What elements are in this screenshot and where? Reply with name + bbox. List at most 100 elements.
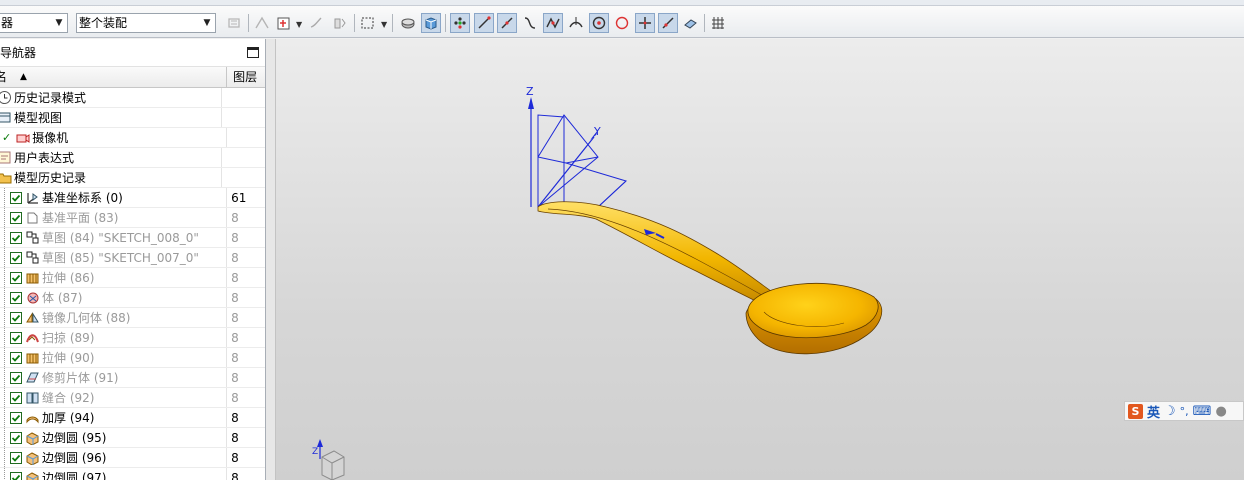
- ime-toolbar[interactable]: S 英 ☽ °, ⌨ ●: [1124, 401, 1244, 421]
- column-header-name[interactable]: 名 ▲: [0, 67, 228, 87]
- tree-row-layer: 8: [231, 391, 239, 405]
- visibility-checkbox[interactable]: [10, 431, 22, 444]
- column-header-layer-label: 图层: [233, 70, 258, 84]
- tree-row-layer: [222, 148, 260, 167]
- tree-row[interactable]: 历史记录模式: [0, 88, 265, 108]
- datum-csys: [530, 99, 627, 208]
- edge-blend-icon: [24, 470, 40, 480]
- datum-plane-icon: [24, 210, 40, 226]
- visibility-checkbox[interactable]: [10, 451, 22, 464]
- maximize-icon[interactable]: [247, 47, 259, 58]
- tree-row-name-cell: 修剪片体 (91): [0, 368, 228, 387]
- grid-button[interactable]: [708, 13, 728, 33]
- tree-row[interactable]: 缝合 (92) 8: [0, 388, 265, 408]
- point-on-curve-button[interactable]: [658, 13, 678, 33]
- shaded-edge-button[interactable]: [398, 13, 418, 33]
- view-button[interactable]: [330, 13, 350, 33]
- visibility-checkbox[interactable]: [10, 371, 22, 384]
- tree-row[interactable]: 镜像几何体 (88) 8: [0, 308, 265, 328]
- keyboard-icon[interactable]: ⌨: [1193, 404, 1212, 419]
- move-button[interactable]: [306, 13, 326, 33]
- select-box-button[interactable]: [358, 13, 378, 33]
- punctuation-icon[interactable]: °,: [1180, 405, 1189, 418]
- tree-row[interactable]: 边倒圆 (95) 8: [0, 428, 265, 448]
- tree-row-name-cell: 边倒圆 (96): [0, 448, 228, 467]
- visibility-checkbox[interactable]: [10, 411, 22, 424]
- check-icon: [11, 454, 21, 462]
- existing-point-button[interactable]: [635, 13, 655, 33]
- user-icon[interactable]: ●: [1215, 404, 1226, 419]
- edge-blend-icon: [24, 430, 40, 446]
- tree-row[interactable]: 边倒圆 (97) 8: [0, 468, 265, 480]
- tree-row[interactable]: 草图 (84) "SKETCH_008_0" 8: [0, 228, 265, 248]
- tree-row[interactable]: 用户表达式: [0, 148, 265, 168]
- visibility-checkbox[interactable]: [10, 291, 22, 304]
- check-icon: [11, 194, 21, 202]
- visibility-checkbox[interactable]: [10, 191, 22, 204]
- panel-splitter[interactable]: [266, 39, 276, 480]
- tree-row-name-cell: 镜像几何体 (88): [0, 308, 228, 327]
- visibility-checkbox[interactable]: [10, 231, 22, 244]
- graphics-viewport[interactable]: Z Y X Z: [276, 39, 1244, 480]
- tree-connector: [4, 268, 5, 287]
- tree-row-layer: 8: [231, 271, 239, 285]
- tangent-button[interactable]: [566, 13, 586, 33]
- midpoint-button[interactable]: [497, 13, 517, 33]
- view-triad: Z: [312, 439, 345, 480]
- tree-row-name-cell: 加厚 (94): [0, 408, 228, 427]
- point-on-face-button[interactable]: [680, 13, 700, 33]
- extrude-icon: [24, 270, 40, 286]
- wire-icon: [255, 16, 269, 29]
- tree-row[interactable]: 体 (87) 8: [0, 288, 265, 308]
- chevron-down-icon[interactable]: ▼: [296, 20, 302, 29]
- tree-row[interactable]: 草图 (85) "SKETCH_007_0" 8: [0, 248, 265, 268]
- tree-row[interactable]: 基准坐标系 (0) 61: [0, 188, 265, 208]
- tree-row[interactable]: 模型视图: [0, 108, 265, 128]
- arc-center-button[interactable]: [589, 13, 609, 33]
- tree-row[interactable]: 模型历史记录: [0, 168, 265, 188]
- visibility-checkbox[interactable]: [10, 311, 22, 324]
- visibility-checkbox[interactable]: [10, 351, 22, 364]
- visibility-checkbox[interactable]: [10, 271, 22, 284]
- tree-row-layer: 61: [231, 191, 247, 205]
- ime-mode-label[interactable]: 英: [1147, 402, 1160, 421]
- tree-row[interactable]: 扫掠 (89) 8: [0, 328, 265, 348]
- type-filter-combo[interactable]: 器 ▼: [0, 13, 68, 33]
- tree-row[interactable]: 基准平面 (83) 8: [0, 208, 265, 228]
- wire-button[interactable]: [252, 13, 272, 33]
- snap-button[interactable]: [224, 13, 244, 33]
- tree-row[interactable]: 拉伸 (90) 8: [0, 348, 265, 368]
- chevron-down-icon[interactable]: ▼: [381, 20, 387, 29]
- quadrant-button[interactable]: [612, 13, 632, 33]
- column-header-layer[interactable]: 图层: [227, 67, 265, 87]
- intersection-button[interactable]: [543, 13, 563, 33]
- spoon-model[interactable]: [537, 201, 883, 355]
- shaded-button[interactable]: [421, 13, 441, 33]
- visibility-checkbox[interactable]: [10, 211, 22, 224]
- tree-row[interactable]: 边倒圆 (96) 8: [0, 448, 265, 468]
- tree-connector: [4, 328, 5, 347]
- move-icon: [310, 17, 322, 28]
- visibility-checkbox[interactable]: [10, 251, 22, 264]
- visibility-checkbox[interactable]: [10, 471, 22, 480]
- component-button[interactable]: [274, 13, 294, 33]
- endpoint-button[interactable]: [474, 13, 494, 33]
- control-point-button[interactable]: [520, 13, 540, 33]
- tree-row[interactable]: 拉伸 (86) 8: [0, 268, 265, 288]
- tree-connector: [4, 388, 5, 407]
- spline-icon: [546, 17, 560, 29]
- tree-row[interactable]: 修剪片体 (91) 8: [0, 368, 265, 388]
- tree-connector: [4, 188, 5, 207]
- tree-row-layer: 8: [231, 311, 239, 325]
- tree-row-label: 模型视图: [14, 111, 63, 125]
- moon-icon[interactable]: ☽: [1164, 404, 1176, 419]
- tree-row-name-cell: 用户表达式: [0, 148, 222, 167]
- point-snap-button[interactable]: [450, 13, 470, 33]
- visibility-checkbox[interactable]: [10, 331, 22, 344]
- visibility-checkbox[interactable]: [10, 391, 22, 404]
- selection-scope-combo[interactable]: 整个装配 ▼: [76, 13, 216, 33]
- tree-row-name-cell: 草图 (85) "SKETCH_007_0": [0, 248, 228, 267]
- tree-connector: [4, 348, 5, 367]
- tree-row[interactable]: 加厚 (94) 8: [0, 408, 265, 428]
- tree-row[interactable]: ✓ 摄像机: [0, 128, 265, 148]
